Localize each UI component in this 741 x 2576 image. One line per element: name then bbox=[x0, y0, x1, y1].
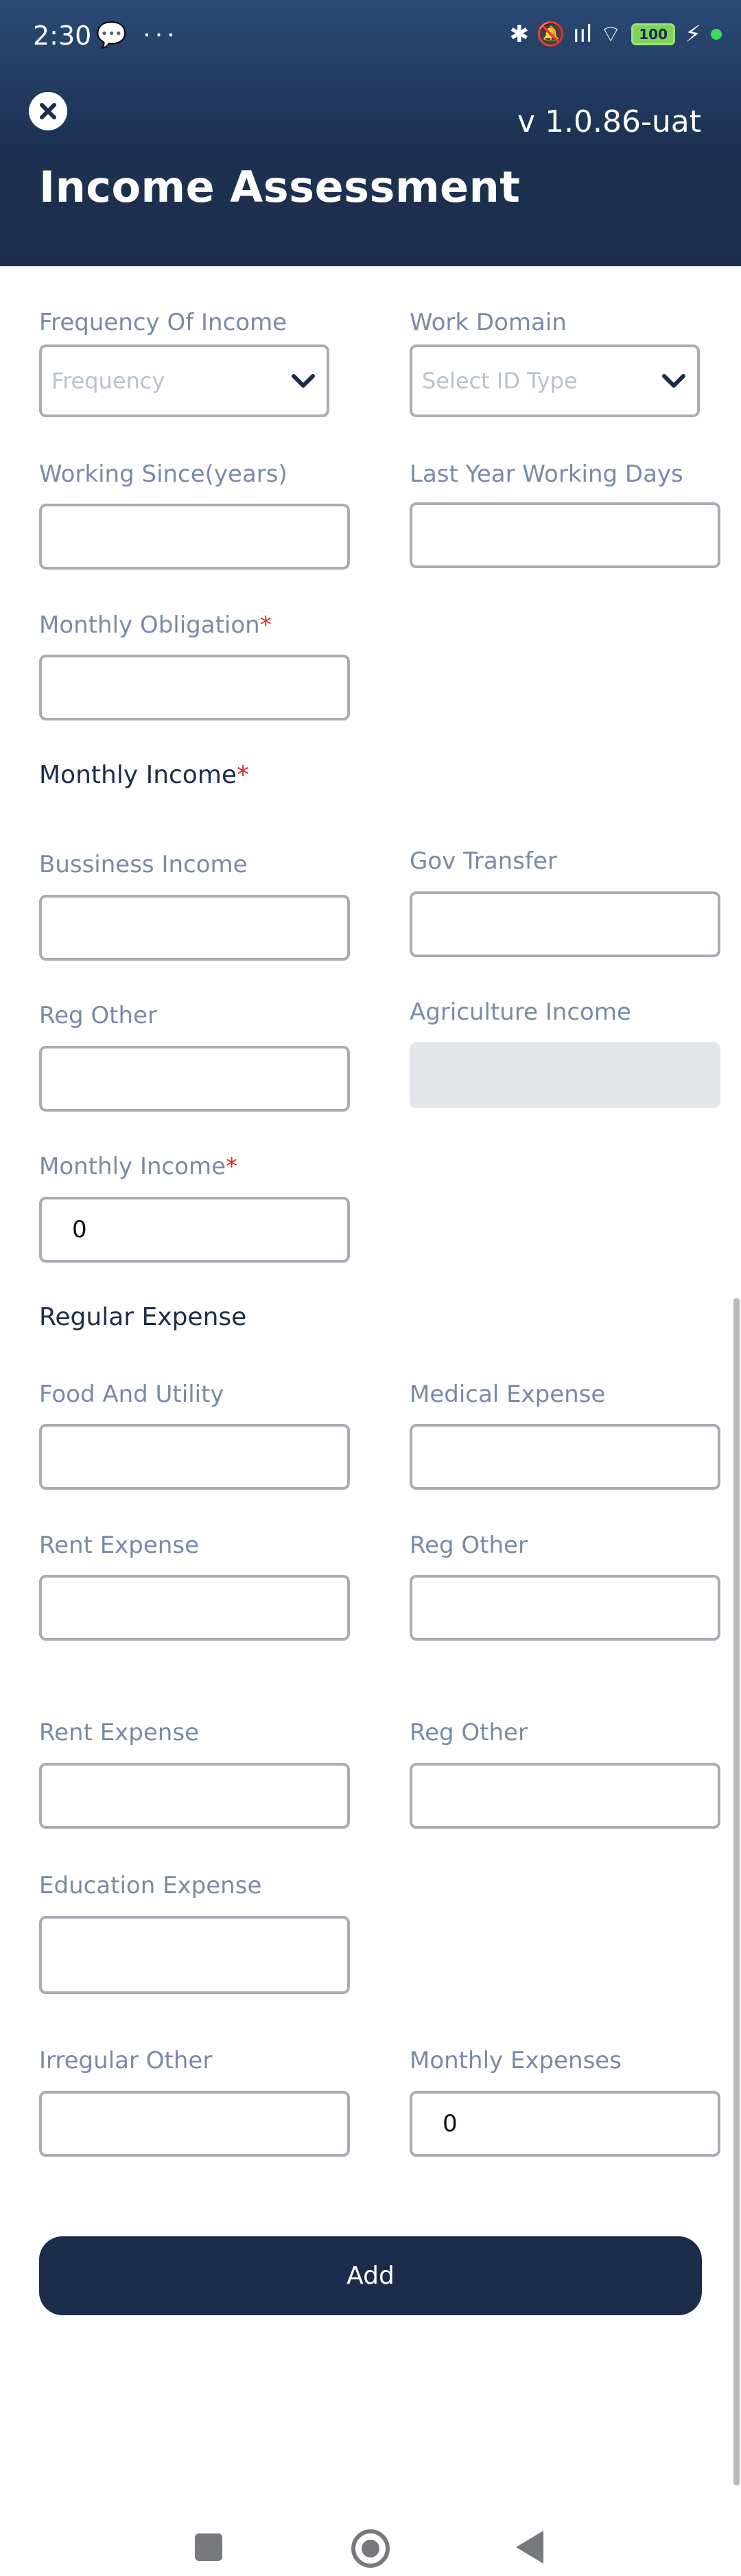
status-icons: ✱ 🔕 ııl ⌔ 100 ⚡ bbox=[510, 19, 722, 49]
monthly-expenses-value: 0 bbox=[443, 2110, 458, 2138]
status-bar: 2:30 💬 ··· ✱ 🔕 ııl ⌔ 100 ⚡ bbox=[0, 0, 741, 82]
system-navigation-bar bbox=[0, 2498, 741, 2576]
working-since-label: Working Since(years) bbox=[39, 460, 287, 488]
reg-other-expense-input-2[interactable] bbox=[410, 1763, 720, 1829]
working-since-input[interactable] bbox=[39, 504, 350, 570]
medical-expense-label: Medical Expense bbox=[410, 1381, 606, 1408]
reg-other-income-label: Reg Other bbox=[39, 1002, 157, 1029]
monthly-expenses-input[interactable]: 0 bbox=[410, 2091, 720, 2157]
monthly-expenses-label: Monthly Expenses bbox=[410, 2047, 622, 2074]
frequency-label: Frequency Of Income bbox=[39, 309, 287, 336]
frequency-placeholder: Frequency bbox=[51, 368, 165, 394]
regular-expense-section-title: Regular Expense bbox=[39, 1303, 247, 1331]
chevron-down-icon bbox=[662, 374, 685, 388]
back-icon[interactable] bbox=[516, 2531, 543, 2564]
last-year-days-label: Last Year Working Days bbox=[410, 460, 683, 488]
reg-other-income-input[interactable] bbox=[39, 1046, 350, 1112]
clock: 2:30 bbox=[33, 21, 92, 51]
scrollbar[interactable] bbox=[733, 1298, 740, 2485]
last-year-days-input[interactable] bbox=[410, 502, 720, 568]
medical-expense-input[interactable] bbox=[410, 1424, 720, 1490]
agriculture-income-label: Agriculture Income bbox=[410, 998, 631, 1026]
add-button[interactable]: Add bbox=[39, 2236, 702, 2315]
close-button[interactable] bbox=[29, 92, 67, 130]
monthly-income-input[interactable]: 0 bbox=[39, 1197, 350, 1263]
connectivity-icons: ✱ 🔕 ııl ⌔ bbox=[509, 21, 622, 48]
food-utility-label: Food And Utility bbox=[39, 1381, 224, 1408]
required-mark: * bbox=[259, 611, 272, 639]
business-income-input[interactable] bbox=[39, 895, 350, 961]
work-domain-placeholder: Select ID Type bbox=[422, 368, 578, 394]
business-income-label: Bussiness Income bbox=[39, 851, 248, 878]
irregular-other-input[interactable] bbox=[39, 2091, 350, 2157]
page-title: Income Assessment bbox=[39, 162, 521, 212]
chevron-down-icon bbox=[292, 374, 315, 388]
income-assessment-screen: 2:30 💬 ··· ✱ 🔕 ııl ⌔ 100 ⚡ v 1.0.86-uat … bbox=[0, 0, 741, 2576]
gov-transfer-label: Gov Transfer bbox=[410, 847, 557, 875]
required-mark: * bbox=[226, 1153, 238, 1180]
monthly-obligation-input[interactable] bbox=[39, 655, 350, 721]
monthly-obligation-text: Monthly Obligation bbox=[39, 611, 260, 639]
rent-expense-label-2: Rent Expense bbox=[39, 1719, 199, 1746]
work-domain-label: Work Domain bbox=[410, 309, 567, 336]
home-icon[interactable] bbox=[351, 2529, 390, 2568]
battery-icon: 100 bbox=[631, 23, 676, 45]
required-mark: * bbox=[237, 761, 250, 789]
education-expense-label: Education Expense bbox=[39, 1872, 262, 1899]
reg-other-expense-input[interactable] bbox=[410, 1575, 720, 1641]
rent-expense-input-2[interactable] bbox=[39, 1763, 350, 1829]
gov-transfer-input[interactable] bbox=[410, 891, 720, 957]
monthly-income-text: Monthly Income bbox=[39, 1153, 226, 1180]
agriculture-income-input bbox=[410, 1042, 720, 1108]
close-icon bbox=[40, 103, 56, 119]
monthly-income-section-title: Monthly Income* bbox=[39, 761, 249, 789]
irregular-other-label: Irregular Other bbox=[39, 2047, 213, 2074]
recent-apps-icon[interactable] bbox=[195, 2533, 222, 2561]
education-expense-input[interactable] bbox=[39, 1916, 350, 1994]
monthly-income-label: Monthly Income* bbox=[39, 1153, 237, 1180]
privacy-dot-icon bbox=[711, 28, 722, 40]
frequency-select[interactable]: Frequency bbox=[39, 344, 329, 417]
monthly-obligation-label: Monthly Obligation* bbox=[39, 611, 272, 639]
monthly-income-section-text: Monthly Income bbox=[39, 761, 237, 789]
rent-expense-input[interactable] bbox=[39, 1575, 350, 1641]
monthly-income-value: 0 bbox=[72, 1216, 87, 1243]
work-domain-select[interactable]: Select ID Type bbox=[410, 344, 700, 417]
header: 2:30 💬 ··· ✱ 🔕 ııl ⌔ 100 ⚡ v 1.0.86-uat … bbox=[0, 0, 741, 266]
reg-other-expense-label: Reg Other bbox=[410, 1532, 528, 1559]
app-version: v 1.0.86-uat bbox=[517, 104, 701, 139]
rent-expense-label: Rent Expense bbox=[39, 1532, 199, 1559]
reg-other-expense-label-2: Reg Other bbox=[410, 1719, 528, 1746]
charging-icon: ⚡ bbox=[685, 20, 701, 48]
food-utility-input[interactable] bbox=[39, 1424, 350, 1490]
notification-icons: 💬 ··· bbox=[96, 21, 179, 49]
